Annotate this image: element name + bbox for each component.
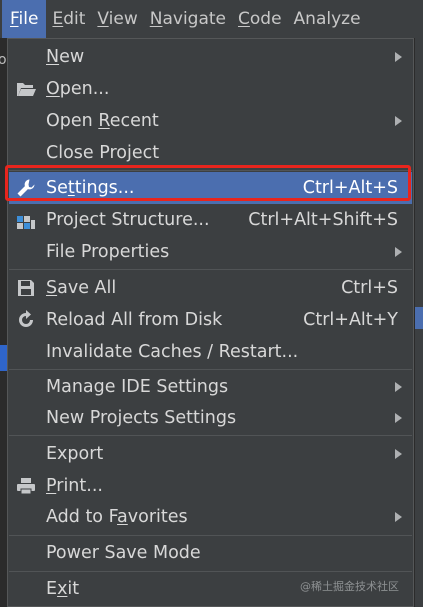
- menu-item-exit-label: Exit: [46, 579, 80, 599]
- menu-item-open-recent[interactable]: Open Recent: [9, 105, 412, 137]
- menu-item-open-recent-label: Open Recent: [46, 111, 159, 131]
- menu-item-file-properties-label: File Properties: [46, 242, 170, 262]
- menu-item-close-project-label: Close Project: [46, 143, 160, 163]
- menu-code[interactable]: Code: [232, 0, 288, 38]
- menu-item-add-to-favorites[interactable]: Add to Favorites: [9, 501, 412, 533]
- menu-item-manage-ide-settings-label: Manage IDE Settings: [46, 377, 229, 397]
- menu-bar: File Edit View Navigate Code Analyze: [0, 0, 423, 38]
- menu-item-reload-all[interactable]: Reload All from Disk Ctrl+Alt+Y: [9, 304, 412, 336]
- submenu-arrow-icon: [395, 413, 402, 423]
- menu-code-mnemonic: C: [238, 9, 250, 29]
- ide-right-selection: [415, 307, 423, 329]
- submenu-arrow-icon: [395, 52, 402, 62]
- menu-item-file-properties[interactable]: File Properties: [9, 236, 412, 268]
- menu-separator: [9, 571, 412, 572]
- menu-item-reload-all-label: Reload All from Disk: [46, 310, 223, 330]
- menu-item-invalidate-caches-label: Invalidate Caches / Restart...: [46, 342, 299, 362]
- menu-separator: [9, 269, 412, 270]
- menu-analyze-label: Analyze: [293, 9, 361, 29]
- menu-separator: [9, 435, 412, 436]
- menu-file[interactable]: File: [2, 0, 47, 38]
- menu-edit-mnemonic: E: [52, 9, 64, 29]
- folder-icon: [17, 83, 36, 96]
- save-icon: [18, 280, 34, 296]
- menu-item-open-label: Open...: [46, 79, 110, 99]
- watermark: @稀土掘金技术社区: [300, 580, 399, 593]
- submenu-arrow-icon: [395, 449, 402, 459]
- menu-separator: [9, 369, 412, 370]
- menu-separator: [9, 535, 412, 536]
- menu-item-new-projects-settings[interactable]: New Projects Settings: [9, 402, 412, 434]
- menu-edit[interactable]: Edit: [46, 0, 91, 38]
- menu-item-power-save-mode-label: Power Save Mode: [46, 543, 201, 563]
- menu-navigate-mnemonic: N: [149, 9, 163, 29]
- menu-navigate[interactable]: Navigate: [144, 0, 232, 38]
- project-tree-glyph: o: [0, 52, 7, 68]
- menu-item-new-projects-settings-label: New Projects Settings: [46, 408, 237, 428]
- menu-item-save-all-shortcut: Ctrl+S: [341, 278, 398, 298]
- menu-item-manage-ide-settings[interactable]: Manage IDE Settings: [9, 371, 412, 403]
- submenu-arrow-icon: [395, 382, 402, 392]
- file-menu-dropdown: New Open... Open Recent Close Project Se…: [7, 38, 414, 607]
- menu-edit-rest: dit: [63, 9, 86, 29]
- menu-item-print-label: Print...: [46, 476, 103, 496]
- project-structure-icon: [17, 216, 35, 229]
- settings-highlight-box: [5, 165, 411, 201]
- menu-item-invalidate-caches[interactable]: Invalidate Caches / Restart...: [9, 336, 412, 368]
- menu-item-project-structure-shortcut: Ctrl+Alt+Shift+S: [248, 210, 398, 230]
- menu-file-rest: ile: [18, 9, 39, 29]
- menu-file-mnemonic: F: [10, 9, 19, 29]
- reload-icon: [19, 310, 33, 327]
- menu-item-new-label: New: [46, 47, 85, 67]
- menu-item-export[interactable]: Export: [9, 438, 412, 470]
- submenu-arrow-icon: [395, 512, 402, 522]
- menu-item-print[interactable]: Print...: [9, 470, 412, 502]
- ide-right-panel: [414, 38, 423, 607]
- menu-navigate-rest: avigate: [162, 9, 227, 29]
- menu-view[interactable]: View: [91, 0, 143, 38]
- menu-item-project-structure[interactable]: Project Structure... Ctrl+Alt+Shift+S: [9, 204, 412, 236]
- menu-item-project-structure-label: Project Structure...: [46, 210, 210, 230]
- submenu-arrow-icon: [395, 116, 402, 126]
- submenu-arrow-icon: [395, 247, 402, 257]
- menu-item-power-save-mode[interactable]: Power Save Mode: [9, 537, 412, 569]
- menu-code-rest: ode: [249, 9, 282, 29]
- menu-item-add-to-favorites-label: Add to Favorites: [46, 507, 188, 527]
- menu-item-new[interactable]: New: [9, 41, 412, 73]
- menu-view-rest: iew: [108, 9, 138, 29]
- printer-icon: [17, 478, 35, 495]
- menu-item-open[interactable]: Open...: [9, 73, 412, 105]
- menu-item-save-all[interactable]: Save All Ctrl+S: [9, 272, 412, 304]
- menu-item-save-all-label: Save All: [46, 278, 117, 298]
- menu-item-reload-all-shortcut: Ctrl+Alt+Y: [303, 310, 398, 330]
- menu-item-export-label: Export: [46, 444, 104, 464]
- menu-view-mnemonic: V: [97, 9, 109, 29]
- menu-analyze[interactable]: Analyze: [288, 0, 367, 38]
